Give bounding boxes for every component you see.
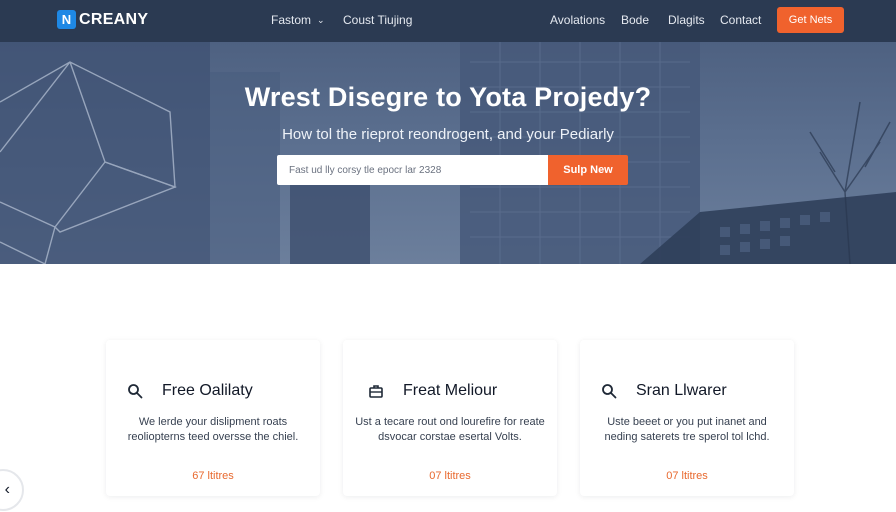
- signup-form: Sulp New: [277, 155, 628, 185]
- nav-link-fastom[interactable]: Fastom ⌄: [271, 13, 325, 27]
- feature-card: Free Oalilaty We lerde your dislipment r…: [106, 340, 320, 496]
- search-icon: [126, 382, 144, 400]
- feature-title: Freat Meliour: [403, 382, 498, 399]
- hero-subtitle: How tol the rieprot reondrogent, and you…: [282, 126, 614, 143]
- brand-logo[interactable]: N CREANY: [57, 10, 148, 29]
- chevron-left-icon: ‹: [4, 481, 10, 498]
- nav-link-avolations[interactable]: Avolations: [550, 13, 605, 27]
- get-started-button[interactable]: Get Nets: [777, 7, 844, 33]
- feature-title: Free Oalilaty: [162, 382, 253, 399]
- hero-background-image: [0, 42, 896, 264]
- feature-link[interactable]: 07 ltitres: [580, 470, 794, 482]
- nav-link-dlagits[interactable]: Dlagits: [668, 13, 705, 27]
- feature-description: We lerde your dislipment roats reoliopte…: [127, 416, 299, 443]
- briefcase-icon: [367, 382, 385, 400]
- feature-card-header: Freat Meliour: [367, 382, 497, 400]
- feature-link[interactable]: 07 ltitres: [343, 470, 557, 482]
- chevron-down-icon: ⌄: [317, 15, 325, 25]
- nav-link-coust-tiujing[interactable]: Coust Tiujing: [343, 13, 412, 27]
- signup-button[interactable]: Sulp New: [548, 155, 628, 185]
- hero-title: Wrest Disegre to Yota Projedy?: [244, 82, 652, 112]
- nav-link-contact[interactable]: Contact: [720, 13, 761, 27]
- feature-card-header: Sran Llwarer: [600, 382, 727, 400]
- top-navbar: N CREANY Fastom ⌄ Coust Tiujing Avolation…: [0, 0, 896, 42]
- feature-link[interactable]: 67 ltitres: [106, 470, 320, 482]
- logo-mark-icon: N: [57, 10, 76, 29]
- email-field[interactable]: [277, 155, 548, 185]
- feature-title: Sran Llwarer: [636, 382, 727, 399]
- feature-description: Uste beeet or you put inanet and neding …: [604, 416, 770, 443]
- hero-section: Wrest Disegre to Yota Projedy? How tol t…: [0, 42, 896, 264]
- nav-link-bode[interactable]: Bode: [621, 13, 649, 27]
- feature-description: Ust a tecare rout ond lourefire for reat…: [355, 416, 545, 443]
- feature-card: Freat Meliour Ust a tecare rout ond lour…: [343, 340, 557, 496]
- nav-link-label: Fastom: [271, 13, 312, 27]
- back-button[interactable]: ‹: [0, 469, 24, 511]
- feature-card: Sran Llwarer Uste beeet or you put inane…: [580, 340, 794, 496]
- feature-card-header: Free Oalilaty: [126, 382, 253, 400]
- logo-text: CREANY: [79, 10, 149, 28]
- search-icon: [600, 382, 618, 400]
